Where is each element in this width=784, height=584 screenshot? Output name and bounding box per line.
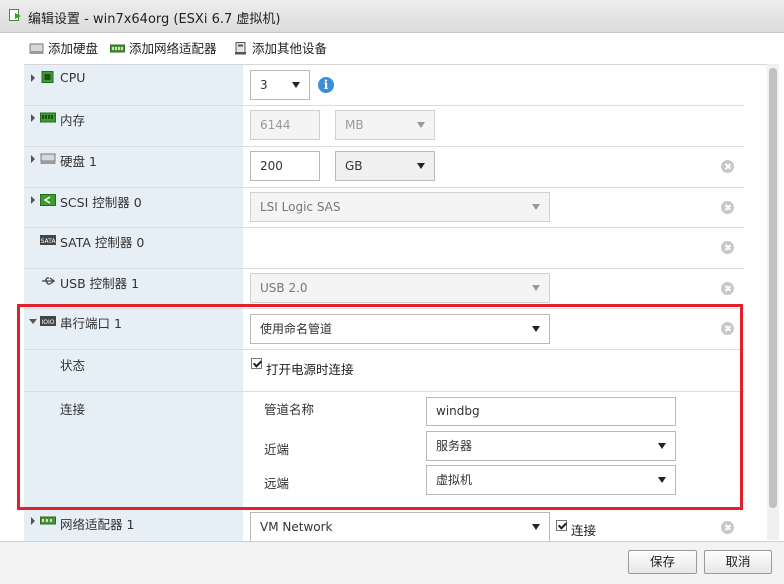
serial-port-type-select[interactable]: 使用命名管道 (250, 314, 550, 344)
pipe-name-input[interactable]: windbg (426, 397, 676, 426)
memory-unit-select[interactable]: MB (335, 110, 435, 140)
usb-type-select[interactable]: USB 2.0 (250, 273, 550, 303)
hard-disk-icon (40, 153, 56, 164)
serial-connection-row: 连接 管道名称 windbg 近端 服务器 远端 虚拟机 (24, 391, 744, 508)
disk-row: 硬盘 1 200 GB (24, 146, 744, 188)
remove-device-icon[interactable] (721, 160, 734, 173)
memory-size-input[interactable]: 6144 (250, 110, 320, 140)
scsi-type-select[interactable]: LSI Logic SAS (250, 192, 550, 222)
network-adapter-icon (110, 44, 125, 53)
scsi-controller-icon (40, 194, 56, 206)
toolbar: 添加硬盘 添加网络适配器 添加其他设备 (0, 33, 784, 63)
memory-name-cell[interactable]: 内存 (24, 105, 243, 146)
chevron-down-icon (532, 204, 540, 210)
info-icon[interactable]: i (318, 77, 334, 93)
device-list: CPU 3 i 内存 6144 MB 硬盘 1 200 GB SCSI 控制器 … (24, 64, 774, 541)
far-end-select[interactable]: 虚拟机 (426, 465, 676, 495)
chevron-down-icon (532, 326, 540, 332)
expand-caret-icon[interactable] (31, 74, 35, 82)
sata-controller-icon: SATA (40, 235, 56, 245)
chevron-down-icon (417, 163, 425, 169)
svg-text:SATA: SATA (41, 238, 56, 245)
remove-device-icon[interactable] (721, 322, 734, 335)
expand-caret-icon[interactable] (31, 114, 35, 122)
cpu-name-cell[interactable]: CPU (24, 65, 243, 105)
chevron-down-icon (658, 443, 666, 449)
serial-port-row: IOIO 串行端口 1 使用命名管道 (24, 308, 744, 350)
window-titlebar: 编辑设置 - win7x64org (ESXi 6.7 虚拟机) (0, 0, 784, 33)
memory-icon (40, 112, 56, 123)
window-title: 编辑设置 - win7x64org (ESXi 6.7 虚拟机) (28, 12, 281, 27)
cancel-button[interactable]: 取消 (704, 550, 772, 574)
save-button[interactable]: 保存 (628, 550, 697, 574)
disk-size-input[interactable]: 200 (250, 151, 320, 181)
chevron-down-icon (532, 524, 540, 530)
expand-caret-icon[interactable] (31, 517, 35, 525)
chevron-down-icon (417, 122, 425, 128)
scrollbar-thumb[interactable] (769, 68, 777, 508)
network-adapter-icon (40, 516, 56, 525)
vm-edit-icon (9, 9, 21, 21)
expand-caret-icon[interactable] (31, 155, 35, 163)
cpu-icon (41, 71, 54, 83)
near-end-label: 近端 (264, 442, 290, 457)
vertical-scrollbar[interactable] (767, 64, 779, 540)
far-end-label: 远端 (264, 476, 290, 491)
remove-device-icon[interactable] (721, 241, 734, 254)
serial-port-name-cell[interactable]: IOIO 串行端口 1 (24, 308, 243, 349)
serial-status-row: 状态 打开电源时连接 (24, 349, 744, 392)
usb-name-cell: USB 控制器 1 (24, 268, 243, 308)
chevron-down-icon (292, 82, 300, 88)
sata-row: SATA SATA 控制器 0 (24, 227, 744, 269)
hard-disk-icon (29, 43, 44, 54)
remove-device-icon[interactable] (721, 201, 734, 214)
scsi-row: SCSI 控制器 0 LSI Logic SAS (24, 187, 744, 228)
disk-name-cell[interactable]: 硬盘 1 (24, 146, 243, 187)
cpu-count-select[interactable]: 3 (250, 70, 310, 100)
chevron-down-icon (658, 477, 666, 483)
remove-device-icon[interactable] (721, 282, 734, 295)
pipe-name-label: 管道名称 (264, 402, 315, 417)
near-end-select[interactable]: 服务器 (426, 431, 676, 461)
chevron-down-icon (532, 285, 540, 291)
svg-text:IOIO: IOIO (42, 319, 55, 326)
cpu-row: CPU 3 i (24, 65, 744, 106)
serial-port-icon: IOIO (40, 316, 56, 326)
device-icon (235, 42, 246, 55)
usb-icon (42, 277, 56, 285)
collapse-caret-icon[interactable] (29, 319, 37, 324)
network-select[interactable]: VM Network (250, 512, 550, 541)
network-connect-checkbox[interactable] (556, 520, 567, 531)
usb-row: USB 控制器 1 USB 2.0 (24, 268, 744, 309)
sata-name-cell: SATA SATA 控制器 0 (40, 235, 145, 250)
dialog-footer: 保存 取消 (0, 541, 784, 584)
connect-at-power-on-checkbox[interactable] (251, 358, 262, 369)
network-adapter-row: 网络适配器 1 VM Network 连接 (24, 507, 744, 541)
remove-device-icon[interactable] (721, 521, 734, 534)
expand-caret-icon[interactable] (31, 196, 35, 204)
network-adapter-name-cell[interactable]: 网络适配器 1 (24, 507, 243, 541)
disk-unit-select[interactable]: GB (335, 151, 435, 181)
scsi-name-cell[interactable]: SCSI 控制器 0 (24, 187, 243, 227)
memory-row: 内存 6144 MB (24, 105, 744, 147)
